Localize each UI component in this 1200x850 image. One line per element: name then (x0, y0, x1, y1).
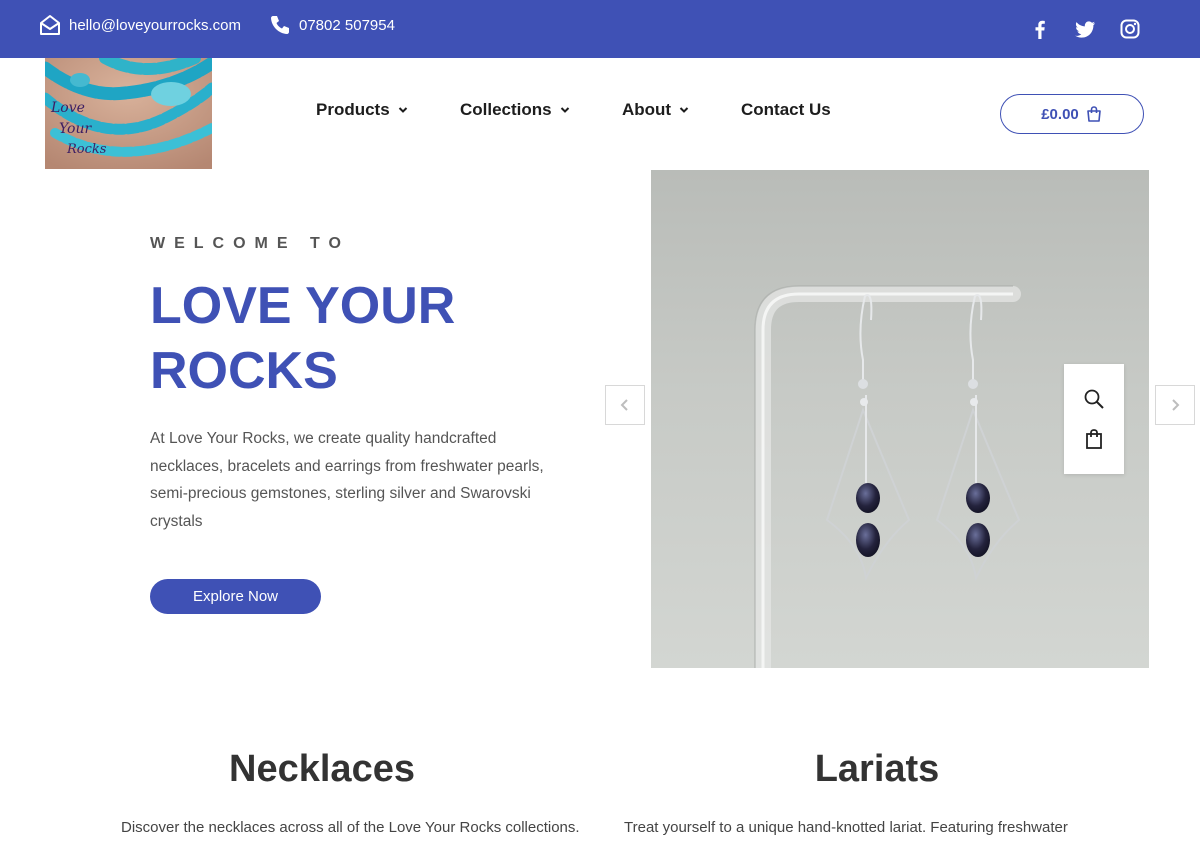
hero-title-line-2: ROCKS (150, 342, 338, 400)
instagram-icon[interactable] (1119, 18, 1141, 40)
nav-item-products[interactable]: Products (316, 100, 408, 120)
phone-icon (269, 14, 291, 36)
shopping-bag-icon[interactable] (1082, 427, 1106, 451)
nav-item-collections[interactable]: Collections (460, 100, 570, 120)
phone-text: 07802 507954 (299, 16, 395, 34)
email-link[interactable]: hello@loveyourrocks.com (39, 14, 241, 36)
slider-prev-button[interactable] (605, 385, 645, 425)
search-zoom-icon[interactable] (1082, 387, 1106, 411)
section-text-necklaces: Discover the necklaces across all of the… (121, 819, 580, 836)
nav-item-about[interactable]: About (622, 100, 689, 120)
chevron-down-icon (398, 107, 407, 113)
hero-title: LOVE YOUR ROCKS (150, 274, 570, 404)
chevron-down-icon (679, 107, 689, 113)
product-action-box (1064, 364, 1124, 474)
hero-title-line-1: LOVE YOUR (150, 277, 456, 335)
section-title-lariats: Lariats (814, 748, 940, 790)
section-text-lariats: Treat yourself to a unique hand-knotted … (624, 819, 1068, 836)
nav-item-label: Products (316, 100, 390, 119)
explore-now-button[interactable]: Explore Now (150, 579, 321, 614)
logo-text-love: Love (50, 100, 85, 116)
facebook-icon[interactable] (1029, 18, 1051, 40)
top-bar: hello@loveyourrocks.com 07802 507954 (0, 0, 1200, 58)
hero-eyebrow: WELCOME TO (150, 235, 350, 252)
logo-text-rocks: Rocks (66, 142, 107, 157)
hero-description: At Love Your Rocks, we create quality ha… (150, 430, 544, 530)
shopping-bag-icon (1085, 105, 1103, 123)
email-text: hello@loveyourrocks.com (69, 16, 241, 34)
phone-link[interactable]: 07802 507954 (269, 14, 395, 36)
nav-item-label: About (622, 100, 672, 119)
chevron-down-icon (560, 107, 569, 113)
logo-image: Love Your Rocks (45, 58, 212, 169)
cart-total: £0.00 (1041, 105, 1079, 123)
nav-item-label: Collections (460, 100, 552, 119)
nav-item-label: Contact Us (741, 100, 831, 119)
site-logo[interactable]: Love Your Rocks (45, 58, 212, 169)
cart-button[interactable]: £0.00 (1000, 94, 1144, 134)
chevron-left-icon (620, 399, 628, 411)
envelope-open-icon (39, 14, 61, 36)
section-title-necklaces: Necklaces (229, 748, 415, 790)
logo-text-your: Your (59, 121, 92, 137)
nav-item-contact-us[interactable]: Contact Us (741, 100, 831, 120)
twitter-icon[interactable] (1074, 18, 1096, 40)
slider-next-button[interactable] (1155, 385, 1195, 425)
chevron-right-icon (1172, 399, 1180, 411)
